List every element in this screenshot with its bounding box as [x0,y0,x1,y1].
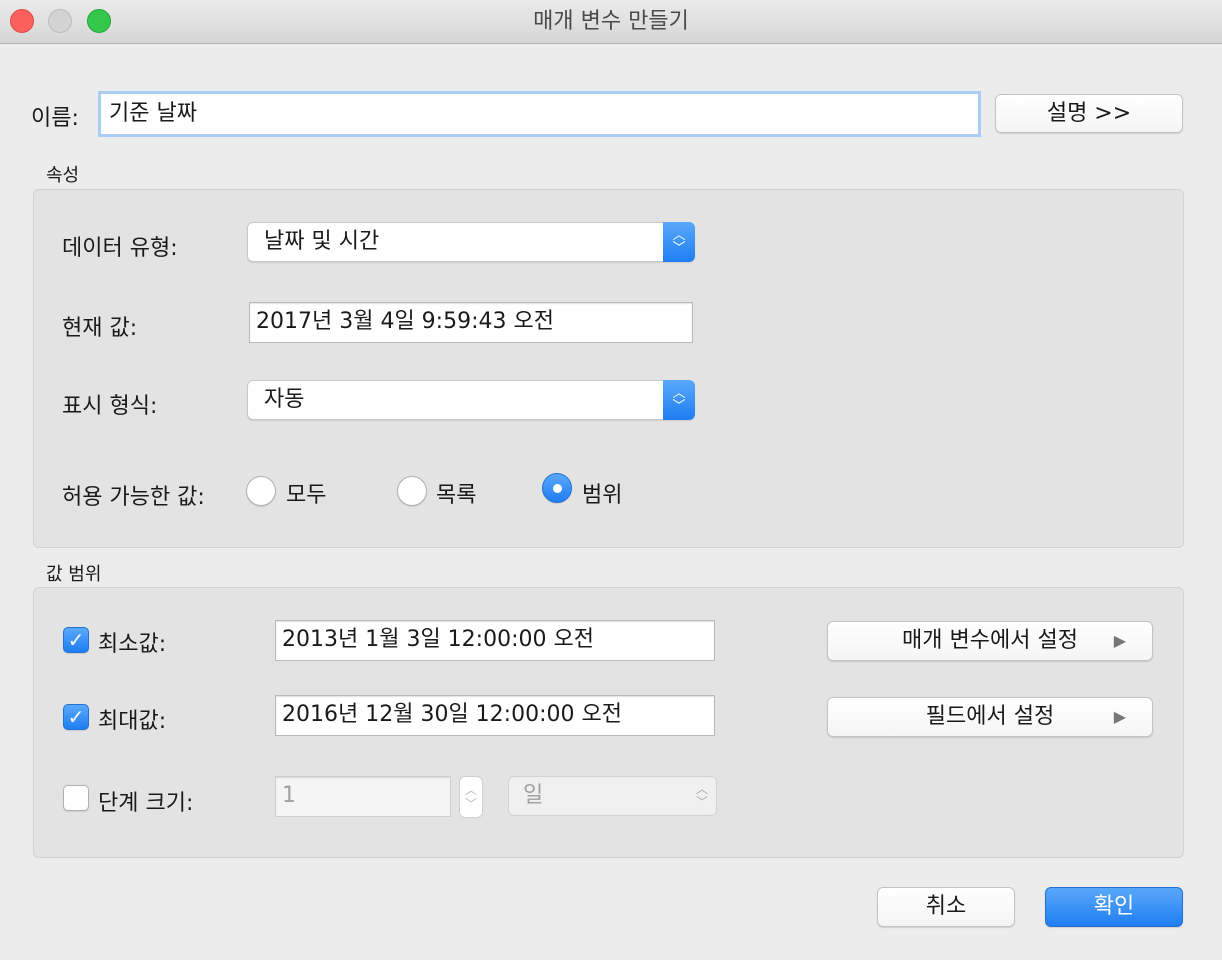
window-title: 매개 변수 만들기 [533,9,689,34]
display-format-label: 표시 형식: [62,394,158,419]
data-type-value: 날짜 및 시간 [264,229,380,254]
radio-range[interactable] [542,473,572,503]
set-from-parameter-button[interactable]: 매개 변수에서 설정 ▶ [827,621,1153,661]
range-section-title: 값 범위 [46,564,102,585]
radio-list-label[interactable]: 목록 [436,477,476,509]
name-label: 이름: [31,106,79,131]
name-input[interactable]: 기준 날짜 [98,91,981,137]
minimum-field[interactable]: 2013년 1월 3일 12:00:00 오전 [275,620,715,661]
data-type-select[interactable]: 날짜 및 시간 ︿ ﹀ [247,222,695,262]
maximum-checkbox[interactable]: ✓ [63,704,89,730]
step-size-field[interactable]: 1 [275,776,451,817]
data-type-label: 데이터 유형: [62,236,178,261]
cancel-button[interactable]: 취소 [877,887,1015,927]
title-bar: 매개 변수 만들기 [0,0,1222,44]
step-unit-value: 일 [523,783,544,808]
minimum-label: 최소값: [98,632,167,657]
chevron-up-down-icon: ︿ ﹀ [663,222,695,262]
set-from-parameter-label: 매개 변수에서 설정 [902,628,1078,653]
checkmark-icon: ✓ [67,628,85,652]
triangle-right-icon: ▶ [1113,631,1126,650]
chevron-down-icon: ﹀ [464,797,477,811]
step-size-stepper[interactable]: ︿ ﹀ [459,776,483,818]
radio-list[interactable] [397,476,427,506]
create-parameter-dialog: 매개 변수 만들기 이름: 기준 날짜 설명 >> 속성 데이터 유형: 날짜 … [0,0,1222,960]
radio-all-label[interactable]: 모두 [286,477,326,509]
chevron-up-down-icon: ︿ ﹀ [663,380,695,420]
ok-button[interactable]: 확인 [1045,887,1183,927]
radio-all[interactable] [246,476,276,506]
radio-range-label[interactable]: 범위 [582,477,622,509]
minimum-checkbox[interactable]: ✓ [63,627,89,653]
comment-button[interactable]: 설명 >> [995,94,1183,133]
chevron-up-icon: ︿ [464,783,477,797]
triangle-right-icon: ▶ [1113,707,1126,726]
current-value-label: 현재 값: [62,316,138,341]
step-size-label: 단계 크기: [98,791,194,816]
current-value-field[interactable]: 2017년 3월 4일 9:59:43 오전 [249,302,693,343]
set-from-field-label: 필드에서 설정 [925,704,1055,729]
maximum-field[interactable]: 2016년 12월 30일 12:00:00 오전 [275,695,715,736]
checkmark-icon: ✓ [67,705,85,729]
set-from-field-button[interactable]: 필드에서 설정 ▶ [827,697,1153,737]
chevron-up-down-icon: ︿ ﹀ [695,782,708,809]
display-format-value: 자동 [264,387,305,412]
properties-section-title: 속성 [46,165,80,186]
step-unit-select[interactable]: 일 ︿ ﹀ [508,776,717,816]
allowable-values-label: 허용 가능한 값: [62,485,205,510]
maximum-label: 최대값: [98,709,167,734]
display-format-select[interactable]: 자동 ︿ ﹀ [247,380,695,420]
step-size-checkbox[interactable] [63,785,89,811]
